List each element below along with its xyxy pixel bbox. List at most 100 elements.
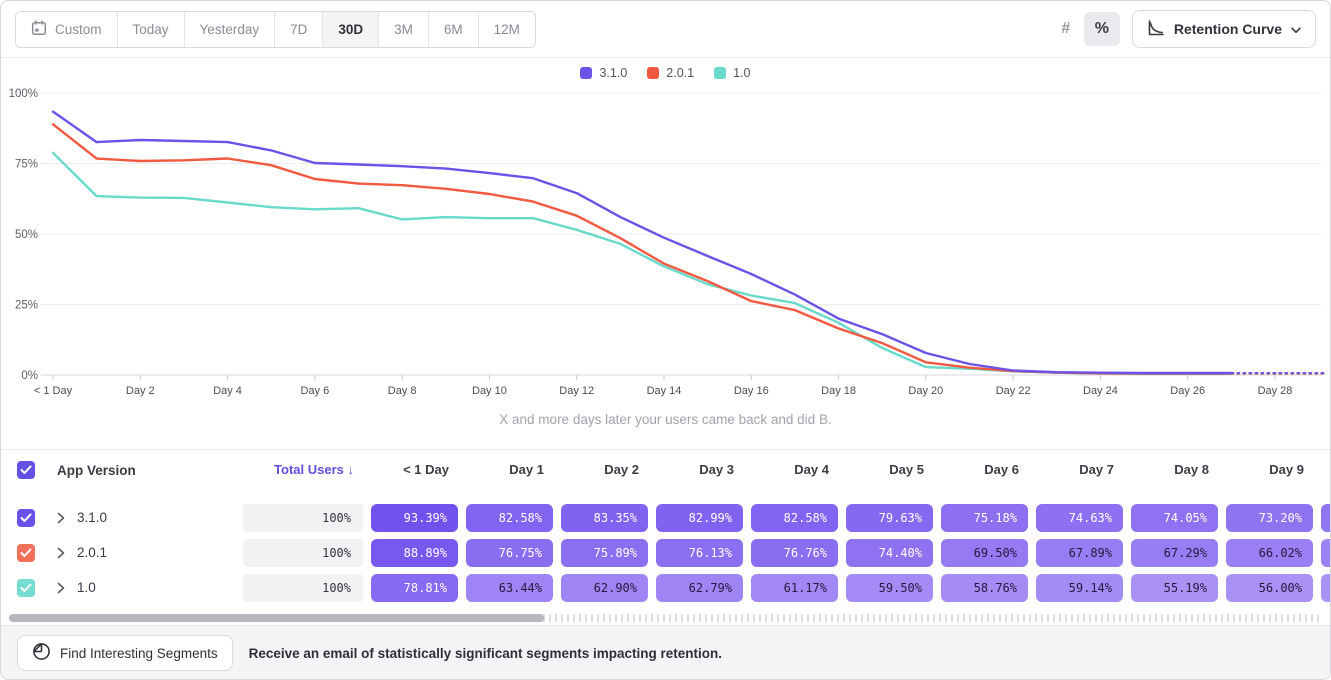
retention-cell-day-7[interactable]: 67.89%	[1036, 539, 1123, 567]
retention-cell-day-7[interactable]: 74.63%	[1036, 504, 1123, 532]
date-range-12m[interactable]: 12M	[478, 12, 535, 47]
date-range-selector: CustomTodayYesterday7D30D3M6M12M	[15, 11, 536, 48]
retention-cell-day-8[interactable]: 55.19%	[1131, 574, 1218, 602]
legend-item[interactable]: 1.0	[714, 66, 750, 80]
scrollbar-track[interactable]	[9, 614, 1322, 622]
retention-cell-clipped	[1321, 539, 1331, 567]
expand-chevron-icon[interactable]	[57, 512, 65, 524]
retention-cell-day-8[interactable]: 67.29%	[1131, 539, 1218, 567]
column-header-day-4[interactable]: Day 4	[747, 461, 842, 479]
column-header-app-version[interactable]: App Version	[57, 463, 136, 478]
legend-label: 3.1.0	[599, 66, 627, 80]
series-line-3.1.0	[53, 112, 1231, 373]
retention-cell-day-6[interactable]: 69.50%	[941, 539, 1028, 567]
table-row-2-0-1: 2.0.1100%88.89%76.75%75.89%76.13%76.76%7…	[1, 535, 1331, 570]
column-header-day-3[interactable]: Day 3	[652, 461, 747, 479]
percent-mode-button[interactable]: %	[1084, 12, 1120, 46]
toolbar-right: #% Retention Curve	[1048, 10, 1316, 48]
column-header-day-5[interactable]: Day 5	[842, 461, 937, 479]
x-axis-tick-label: Day 10	[472, 385, 507, 397]
retention-cell-day-9[interactable]: 56.00%	[1226, 574, 1313, 602]
retention-cell-day-8[interactable]: 74.05%	[1131, 504, 1218, 532]
retention-cell-day-5[interactable]: 59.50%	[846, 574, 933, 602]
day-header-label: Day 7	[1079, 462, 1127, 477]
day-header-label: Day 8	[1174, 462, 1222, 477]
retention-cell-day-0[interactable]: 88.89%	[371, 539, 458, 567]
column-header-day-8[interactable]: Day 8	[1127, 461, 1222, 479]
retention-table: App Version Total Users ↓ < 1 DayDay 1 Da…	[1, 449, 1330, 611]
column-header-day-6[interactable]: Day 6	[937, 461, 1032, 479]
legend-item[interactable]: 2.0.1	[647, 66, 694, 80]
find-segments-label: Find Interesting Segments	[60, 646, 218, 661]
scrollbar-thumb[interactable]	[9, 614, 544, 622]
absolute-mode-button[interactable]: #	[1048, 12, 1084, 46]
retention-cell-day-4[interactable]: 76.76%	[751, 539, 838, 567]
chart-type-dropdown[interactable]: Retention Curve	[1132, 10, 1316, 48]
expand-chevron-icon[interactable]	[57, 582, 65, 594]
y-axis-tick-label: 100%	[9, 88, 38, 100]
retention-cell-day-1[interactable]: 63.44%	[466, 574, 553, 602]
retention-cell-clipped	[1321, 574, 1331, 602]
retention-cell-day-3[interactable]: 76.13%	[656, 539, 743, 567]
date-range-7d[interactable]: 7D	[274, 12, 322, 47]
date-range-custom[interactable]: Custom	[16, 12, 117, 47]
column-header--1-day[interactable]: < 1 Day	[367, 461, 462, 479]
horizontal-scrollbar	[1, 611, 1330, 625]
retention-cell-day-5[interactable]: 79.63%	[846, 504, 933, 532]
column-header-day-7[interactable]: Day 7	[1032, 461, 1127, 479]
find-interesting-segments-button[interactable]: Find Interesting Segments	[17, 635, 233, 671]
retention-cell-day-9[interactable]: 73.20%	[1226, 504, 1313, 532]
day-header-label: Day 2	[604, 462, 652, 477]
retention-cell-day-4[interactable]: 82.58%	[751, 504, 838, 532]
retention-cell-day-9[interactable]: 66.02%	[1226, 539, 1313, 567]
row-checkbox-cell	[1, 509, 57, 527]
legend-label: 2.0.1	[666, 66, 694, 80]
x-axis-tick-label: Day 2	[126, 385, 155, 397]
series-line-2.0.1	[53, 124, 1231, 373]
retention-cell-day-7[interactable]: 59.14%	[1036, 574, 1123, 602]
retention-cell-day-3[interactable]: 82.99%	[656, 504, 743, 532]
column-header-total-users[interactable]: Total Users ↓	[274, 462, 367, 477]
date-range-today[interactable]: Today	[117, 12, 184, 47]
x-axis-tick-label: Day 14	[647, 385, 682, 397]
retention-cell-day-1[interactable]: 82.58%	[466, 504, 553, 532]
column-header-day-2[interactable]: Day 2	[557, 461, 652, 479]
retention-curve-icon	[1147, 19, 1165, 40]
date-range-yesterday[interactable]: Yesterday	[184, 12, 275, 47]
column-header-day-9[interactable]: Day 9	[1222, 461, 1317, 479]
row-checkbox[interactable]	[17, 509, 35, 527]
row-checkbox[interactable]	[17, 544, 35, 562]
retention-cell-day-2[interactable]: 83.35%	[561, 504, 648, 532]
retention-cell-day-2[interactable]: 75.89%	[561, 539, 648, 567]
y-axis-tick-label: 25%	[15, 300, 38, 312]
retention-cell-day-0[interactable]: 93.39%	[371, 504, 458, 532]
table-header-row: App Version Total Users ↓ < 1 DayDay 1 Da…	[1, 450, 1331, 490]
chart-area: 100%75%50%25%0%< 1 DayDay 2Day 4Day 6Day…	[1, 58, 1330, 449]
chart-legend: 3.1.0 2.0.1 1.0	[1, 66, 1330, 80]
x-axis-tick-label: Day 12	[559, 385, 594, 397]
row-checkbox[interactable]	[17, 579, 35, 597]
x-axis-tick-label: Day 6	[300, 385, 329, 397]
row-checkbox-cell	[1, 579, 57, 597]
total-users-value: 100%	[243, 504, 363, 532]
date-range-30d[interactable]: 30D	[322, 12, 378, 47]
retention-cell-day-2[interactable]: 62.90%	[561, 574, 648, 602]
column-header-day-1[interactable]: Day 1	[462, 461, 557, 479]
expand-chevron-icon[interactable]	[57, 547, 65, 559]
retention-cell-day-4[interactable]: 61.17%	[751, 574, 838, 602]
retention-cell-day-5[interactable]: 74.40%	[846, 539, 933, 567]
retention-cell-day-1[interactable]: 76.75%	[466, 539, 553, 567]
legend-item[interactable]: 3.1.0	[580, 66, 627, 80]
select-all-checkbox[interactable]	[17, 461, 35, 479]
series-line-1.0	[53, 153, 1231, 374]
retention-cell-day-0[interactable]: 78.81%	[371, 574, 458, 602]
retention-cell-day-6[interactable]: 58.76%	[941, 574, 1028, 602]
retention-cell-day-6[interactable]: 75.18%	[941, 504, 1028, 532]
row-version-cell: 2.0.1	[57, 545, 243, 560]
date-range-6m[interactable]: 6M	[428, 12, 478, 47]
retention-cell-day-3[interactable]: 62.79%	[656, 574, 743, 602]
row-total-cell: 100%	[243, 504, 367, 532]
y-axis-tick-label: 75%	[15, 159, 38, 171]
date-range-3m[interactable]: 3M	[378, 12, 428, 47]
sort-descending-icon: ↓	[348, 462, 355, 477]
